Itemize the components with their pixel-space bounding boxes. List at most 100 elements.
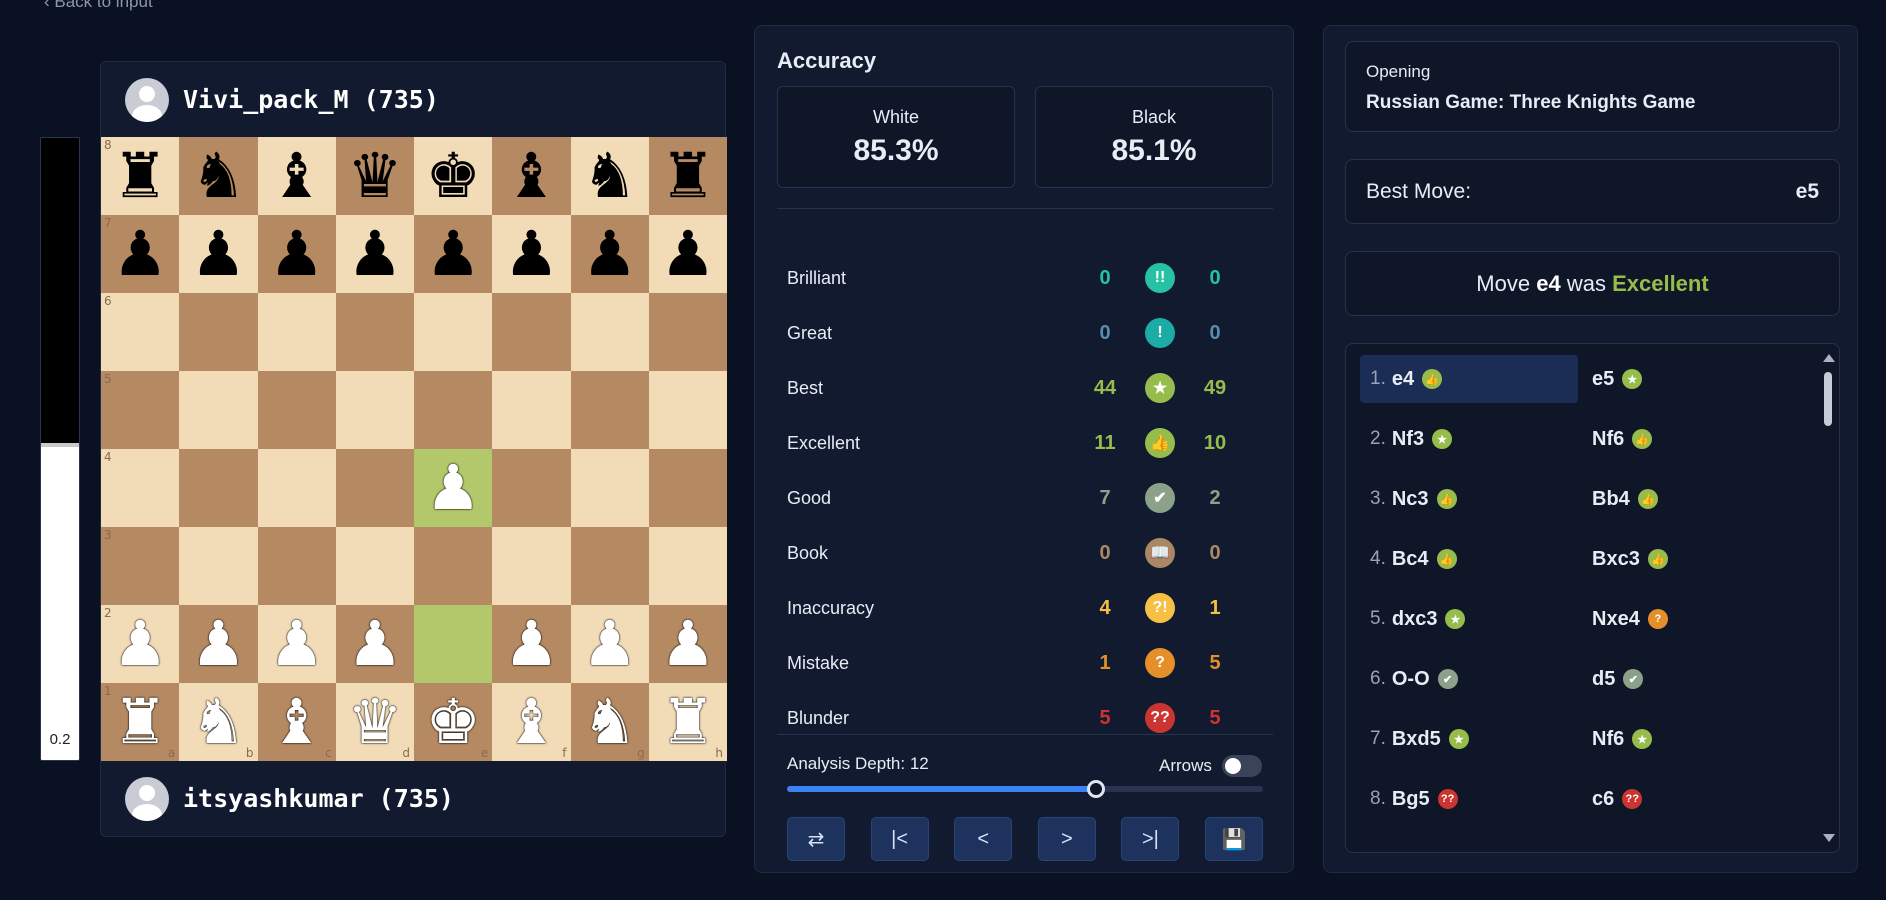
white-move-cell[interactable]: 4. Bc4 👍	[1360, 535, 1578, 583]
square-f5[interactable]	[492, 371, 571, 449]
black-pawn-icon[interactable]: ♟	[191, 223, 247, 285]
black-move-cell[interactable]: Bb4 👍	[1578, 475, 1796, 523]
square-b5[interactable]	[179, 371, 258, 449]
square-a8[interactable]: 8 ♜	[101, 137, 180, 215]
square-f2[interactable]: ♟	[492, 605, 571, 683]
white-move-cell[interactable]: 5. dxc3 ★	[1360, 595, 1578, 643]
square-b8[interactable]: ♞	[179, 137, 258, 215]
white-queen-icon[interactable]: ♛	[347, 691, 403, 753]
chess-board[interactable]: 8 ♜ ♞ ♝ ♛ ♚ ♝ ♞ ♜ 7 ♟ ♟ ♟ ♟ ♟ ♟ ♟ ♟ 6 5 4 ♟ 3 2 ♟ ♟ ♟ ♟ ♟ ♟ ♟ 1 a ♜ b ♞ c ♝ d ♛…	[101, 137, 727, 761]
move-list-scrollbar[interactable]	[1821, 350, 1835, 846]
black-rook-icon[interactable]: ♜	[112, 145, 168, 207]
flip-board-button[interactable]: ⇄	[787, 817, 845, 861]
white-rook-icon[interactable]: ♜	[660, 691, 716, 753]
square-f1[interactable]: f ♝	[492, 683, 571, 761]
black-pawn-icon[interactable]: ♟	[504, 223, 560, 285]
square-b7[interactable]: ♟	[179, 215, 258, 293]
square-a5[interactable]: 5	[101, 371, 180, 449]
black-pawn-icon[interactable]: ♟	[660, 223, 716, 285]
black-knight-icon[interactable]: ♞	[191, 145, 247, 207]
black-knight-icon[interactable]: ♞	[582, 145, 638, 207]
square-a1[interactable]: 1 a ♜	[101, 683, 180, 761]
square-c4[interactable]	[257, 449, 336, 527]
next-move-button[interactable]: >	[1037, 817, 1096, 861]
square-b3[interactable]	[179, 527, 258, 605]
arrows-toggle[interactable]	[1222, 755, 1262, 777]
white-pawn-icon[interactable]: ♟	[269, 613, 325, 675]
analysis-depth-slider[interactable]	[787, 780, 1263, 798]
square-h5[interactable]	[648, 371, 727, 449]
square-b6[interactable]	[179, 293, 258, 371]
square-c7[interactable]: ♟	[257, 215, 336, 293]
last-move-button[interactable]: >|	[1121, 817, 1180, 861]
square-h3[interactable]	[648, 527, 727, 605]
square-b4[interactable]	[179, 449, 258, 527]
black-queen-icon[interactable]: ♛	[347, 145, 403, 207]
square-e6[interactable]	[414, 293, 493, 371]
black-move-cell[interactable]: Nf6 👍	[1578, 415, 1796, 463]
square-g1[interactable]: g ♞	[570, 683, 649, 761]
white-move-cell[interactable]: 7. Bxd5 ★	[1360, 715, 1578, 763]
square-b1[interactable]: b ♞	[179, 683, 258, 761]
scroll-thumb[interactable]	[1824, 372, 1832, 426]
square-g2[interactable]: ♟	[570, 605, 649, 683]
square-d1[interactable]: d ♛	[335, 683, 414, 761]
square-d6[interactable]	[335, 293, 414, 371]
square-e3[interactable]	[414, 527, 493, 605]
square-a3[interactable]: 3	[101, 527, 180, 605]
black-pawn-icon[interactable]: ♟	[112, 223, 168, 285]
square-b2[interactable]: ♟	[179, 605, 258, 683]
square-e1[interactable]: e ♚	[414, 683, 493, 761]
square-e4[interactable]: ♟	[414, 449, 493, 527]
square-g3[interactable]	[570, 527, 649, 605]
save-button[interactable]: 💾	[1204, 817, 1263, 861]
black-pawn-icon[interactable]: ♟	[582, 223, 638, 285]
black-pawn-icon[interactable]: ♟	[347, 223, 403, 285]
square-g8[interactable]: ♞	[570, 137, 649, 215]
white-knight-icon[interactable]: ♞	[191, 691, 247, 753]
black-pawn-icon[interactable]: ♟	[269, 223, 325, 285]
black-move-cell[interactable]: d5 ✔	[1578, 655, 1796, 703]
black-move-cell[interactable]: e5 ★	[1578, 355, 1796, 403]
black-move-cell[interactable]: Bxc3 👍	[1578, 535, 1796, 583]
white-move-cell[interactable]: 2. Nf3 ★	[1360, 415, 1578, 463]
square-h4[interactable]	[648, 449, 727, 527]
square-g4[interactable]	[570, 449, 649, 527]
black-rook-icon[interactable]: ♜	[660, 145, 716, 207]
white-move-cell[interactable]: 3. Nc3 👍	[1360, 475, 1578, 523]
white-move-cell[interactable]: 8. Bg5??	[1360, 775, 1578, 823]
square-c6[interactable]	[257, 293, 336, 371]
square-h2[interactable]: ♟	[648, 605, 727, 683]
square-e2[interactable]	[414, 605, 493, 683]
square-g7[interactable]: ♟	[570, 215, 649, 293]
white-pawn-icon[interactable]: ♟	[112, 613, 168, 675]
square-f8[interactable]: ♝	[492, 137, 571, 215]
square-f6[interactable]	[492, 293, 571, 371]
prev-move-button[interactable]: <	[954, 817, 1013, 861]
square-f4[interactable]	[492, 449, 571, 527]
square-e7[interactable]: ♟	[414, 215, 493, 293]
black-bishop-icon[interactable]: ♝	[504, 145, 560, 207]
white-move-cell[interactable]: 6. O-O ✔	[1360, 655, 1578, 703]
square-a7[interactable]: 7 ♟	[101, 215, 180, 293]
white-pawn-icon[interactable]: ♟	[582, 613, 638, 675]
white-pawn-icon[interactable]: ♟	[191, 613, 247, 675]
black-move-cell[interactable]: Nf6 ★	[1578, 715, 1796, 763]
square-d7[interactable]: ♟	[335, 215, 414, 293]
white-bishop-icon[interactable]: ♝	[504, 691, 560, 753]
square-a4[interactable]: 4	[101, 449, 180, 527]
square-c5[interactable]	[257, 371, 336, 449]
square-h8[interactable]: ♜	[648, 137, 727, 215]
square-c3[interactable]	[257, 527, 336, 605]
black-move-cell[interactable]: c6??	[1578, 775, 1796, 823]
white-bishop-icon[interactable]: ♝	[269, 691, 325, 753]
first-move-button[interactable]: |<	[870, 817, 929, 861]
scroll-down-arrow[interactable]	[1823, 834, 1835, 842]
square-c1[interactable]: c ♝	[257, 683, 336, 761]
white-knight-icon[interactable]: ♞	[582, 691, 638, 753]
back-to-input-link[interactable]: ‹ Back to input	[44, 0, 153, 12]
white-pawn-icon[interactable]: ♟	[660, 613, 716, 675]
black-move-cell[interactable]: Nxe4?	[1578, 595, 1796, 643]
square-a6[interactable]: 6	[101, 293, 180, 371]
square-d8[interactable]: ♛	[335, 137, 414, 215]
